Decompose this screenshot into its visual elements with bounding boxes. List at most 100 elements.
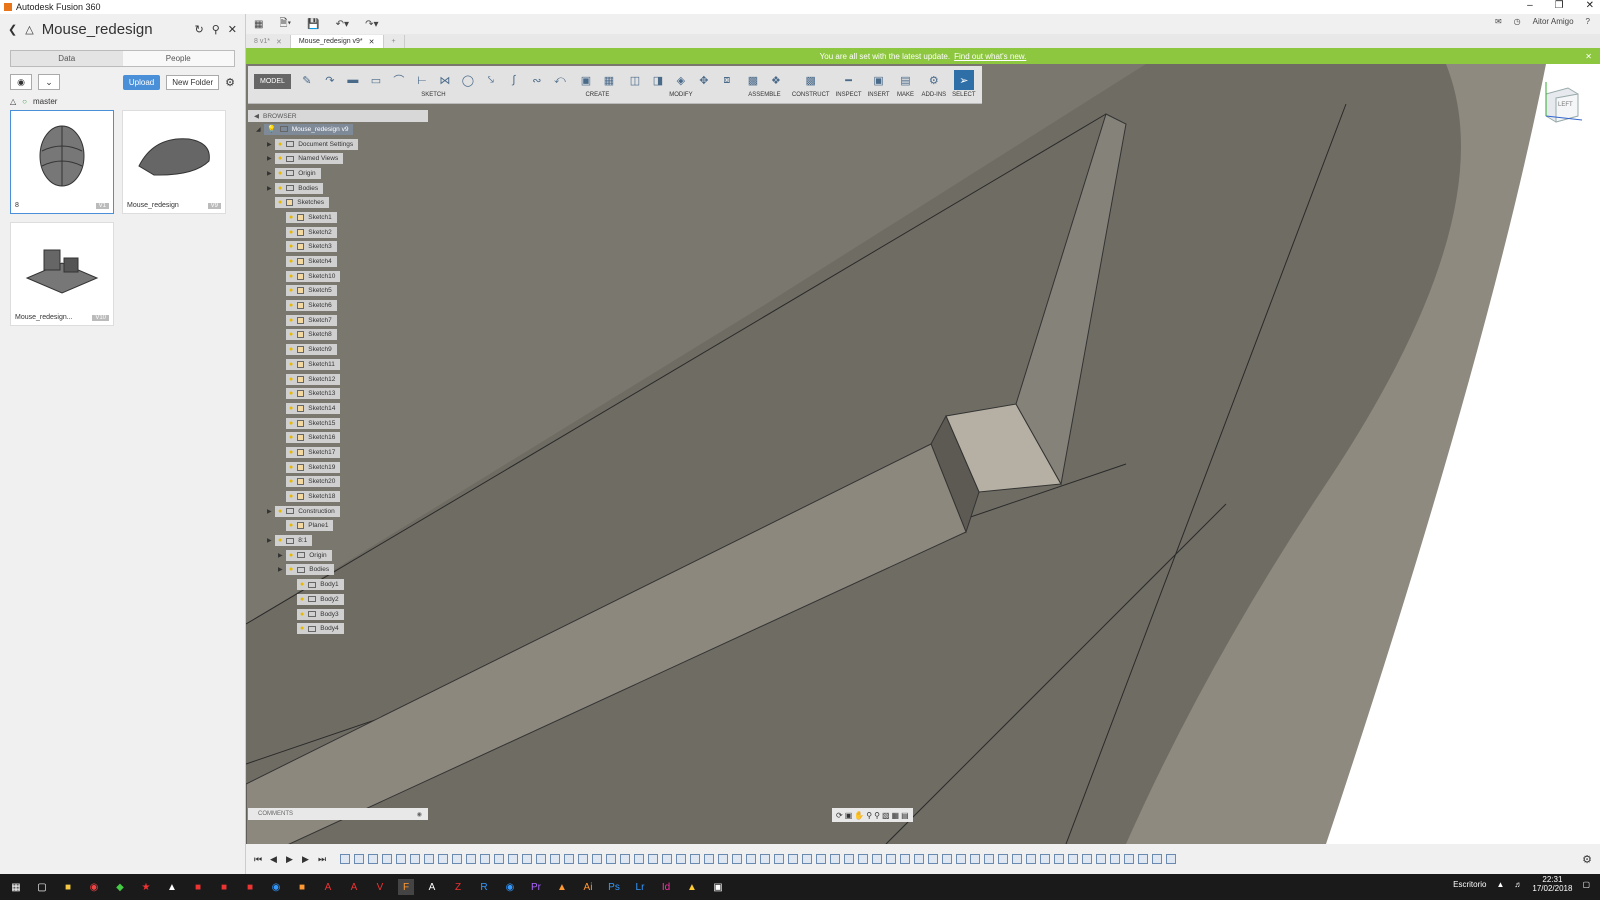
browser-node[interactable]: ▶ ● 8:1	[248, 533, 428, 548]
browser-node[interactable]: ● Sketch5	[248, 284, 428, 299]
upload-button[interactable]: Upload	[122, 74, 161, 90]
group-label[interactable]: CREATE	[585, 92, 609, 98]
create-sketch-icon[interactable]: ✎	[297, 70, 317, 90]
timeline-feature-icon[interactable]	[998, 854, 1008, 864]
comments-bar[interactable]: COMMENTS ◉	[248, 808, 428, 820]
pan-icon[interactable]: ✋	[854, 811, 864, 820]
timeline-feature-icon[interactable]	[1138, 854, 1148, 864]
timeline-feature-icon[interactable]	[1082, 854, 1092, 864]
visibility-bulb-icon[interactable]: ●	[289, 243, 293, 250]
expand-triangle-icon[interactable]: ▶	[278, 552, 286, 559]
view-dropdown-button[interactable]: ⌄	[38, 74, 60, 90]
fillet-edge-icon[interactable]: ◨	[648, 70, 668, 90]
timeline-feature-icon[interactable]	[718, 854, 728, 864]
expand-triangle-icon[interactable]: ▶	[267, 537, 275, 544]
browser-node[interactable]: ● Sketch3	[248, 240, 428, 255]
browser-node[interactable]: ● Sketch13	[248, 386, 428, 401]
user-name[interactable]: Aitor Amigo	[1533, 17, 1574, 26]
visibility-bulb-icon[interactable]: ●	[289, 317, 293, 324]
visibility-bulb-icon[interactable]: ●	[289, 376, 293, 383]
expand-triangle-icon[interactable]: ▶	[267, 141, 275, 148]
select-icon[interactable]: ➢	[953, 70, 974, 90]
group-label[interactable]: MODIFY	[669, 92, 692, 98]
add-comment-icon[interactable]: ◉	[417, 811, 422, 818]
browser-node[interactable]: ● Sketch2	[248, 225, 428, 240]
timeline-end-icon[interactable]: ⏭	[318, 854, 330, 865]
dimension-icon[interactable]: ⊢	[412, 70, 432, 90]
app-icon[interactable]: ■	[190, 879, 206, 895]
save-icon[interactable]: 💾	[307, 19, 319, 30]
timeline-feature-icon[interactable]	[1068, 854, 1078, 864]
expand-triangle-icon[interactable]: ▶	[278, 566, 286, 573]
timeline-forward-icon[interactable]: ▶	[302, 854, 314, 865]
timeline-feature-icon[interactable]	[438, 854, 448, 864]
timeline-feature-icon[interactable]	[536, 854, 546, 864]
app-icon[interactable]: ▲	[684, 879, 700, 895]
photoshop-icon[interactable]: Ps	[606, 879, 622, 895]
visibility-bulb-icon[interactable]: ●	[300, 611, 304, 618]
visibility-bulb-icon[interactable]: ●	[289, 449, 293, 456]
timeline-feature-icon[interactable]	[1054, 854, 1064, 864]
3d-viewport[interactable]: MODEL ✎ ↷ ▬ ▭ ⌒ ⊢ ⋈ ◯ ⤥ ∫ ∾ ⤺ SKETCH ▣ ▦…	[246, 64, 1600, 844]
minimize-button[interactable]: –	[1527, 0, 1533, 11]
timeline-feature-icon[interactable]	[452, 854, 462, 864]
app-icon[interactable]: ■	[242, 879, 258, 895]
notifications-icon[interactable]: ▢	[1582, 880, 1590, 889]
form-icon[interactable]: ▦	[599, 70, 619, 90]
redo-icon[interactable]: ↷▾	[365, 19, 378, 30]
close-panel-icon[interactable]: ✕	[228, 23, 237, 36]
timeline-feature-icon[interactable]	[1166, 854, 1176, 864]
expand-triangle-icon[interactable]: ▶	[267, 508, 275, 515]
visibility-bulb-icon[interactable]: ●	[289, 405, 293, 412]
chrome-icon[interactable]: ◉	[86, 879, 102, 895]
app-icon[interactable]: R	[476, 879, 492, 895]
fillet-icon[interactable]: ⤺	[550, 70, 570, 90]
timeline-feature-icon[interactable]	[844, 854, 854, 864]
zoom-icon[interactable]: ⚲	[866, 811, 872, 820]
visibility-bulb-icon[interactable]: ●	[289, 552, 293, 559]
collapse-browser-icon[interactable]: ◀	[254, 112, 259, 120]
browser-node[interactable]: ● Plane1	[248, 519, 428, 534]
visibility-bulb-icon[interactable]: ●	[300, 625, 304, 632]
offset-icon[interactable]: ∫	[504, 70, 524, 90]
visibility-bulb-icon[interactable]: ●	[289, 478, 293, 485]
group-label[interactable]: SKETCH	[421, 92, 445, 98]
search-icon[interactable]: ⚲	[212, 23, 220, 36]
grid-settings-icon[interactable]: ▦	[892, 811, 900, 820]
display-settings-icon[interactable]: ▧	[882, 811, 890, 820]
timeline-feature-icon[interactable]	[578, 854, 588, 864]
new-component-icon[interactable]: ▣	[576, 70, 596, 90]
visibility-bulb-icon[interactable]: ●	[289, 361, 293, 368]
browser-node[interactable]: ● Sketch16	[248, 430, 428, 445]
file-menu-icon[interactable]: 🗎▾	[279, 16, 291, 33]
browser-node[interactable]: ▶ ● Origin	[248, 548, 428, 563]
visibility-bulb-icon[interactable]: ●	[289, 346, 293, 353]
timeline-feature-icon[interactable]	[858, 854, 868, 864]
arc-icon[interactable]: ⌒	[389, 70, 409, 90]
app-icon[interactable]: A	[424, 879, 440, 895]
fit-icon[interactable]: ⚲	[874, 811, 880, 820]
visibility-bulb-icon[interactable]: ●	[289, 566, 293, 573]
mirror-icon[interactable]: ⋈	[435, 70, 455, 90]
timeline-feature-icon[interactable]	[956, 854, 966, 864]
visibility-bulb-icon[interactable]: ●	[278, 170, 282, 177]
app-icon[interactable]: ◆	[112, 879, 128, 895]
indesign-icon[interactable]: Id	[658, 879, 674, 895]
timeline-feature-icon[interactable]	[788, 854, 798, 864]
clock-icon[interactable]: ◷	[1514, 17, 1521, 26]
rectangle-icon[interactable]: ▬	[343, 70, 363, 90]
timeline-feature-icon[interactable]	[340, 854, 350, 864]
timeline-feature-icon[interactable]	[886, 854, 896, 864]
acrobat-icon[interactable]: A	[320, 879, 336, 895]
visibility-bulb-icon[interactable]: ●	[289, 273, 293, 280]
timeline-feature-icon[interactable]	[592, 854, 602, 864]
visibility-bulb-icon[interactable]: ●	[289, 258, 293, 265]
app-icon[interactable]: ◉	[268, 879, 284, 895]
browser-node[interactable]: ▶ ● Origin	[248, 166, 428, 181]
timeline-feature-icon[interactable]	[1026, 854, 1036, 864]
new-tab-button[interactable]: +	[384, 35, 405, 48]
3d-print-icon[interactable]: ▤	[896, 70, 916, 90]
browser-node[interactable]: ● Sketch9	[248, 342, 428, 357]
desktop-label[interactable]: Escritorio	[1453, 880, 1486, 889]
task-view-icon[interactable]: ▢	[34, 879, 50, 895]
